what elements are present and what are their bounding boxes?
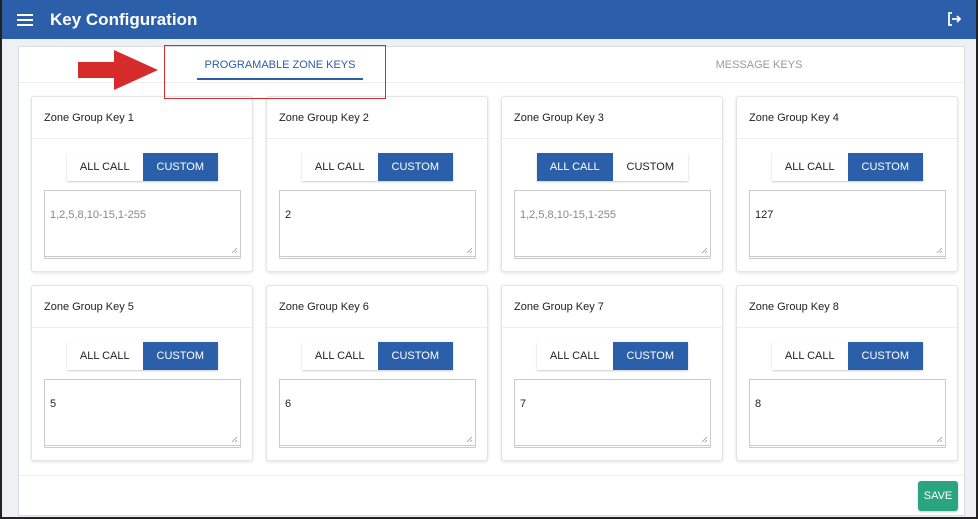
mode-toggle: ALL CALL CUSTOM bbox=[772, 153, 923, 181]
resize-grip-icon[interactable] bbox=[701, 247, 708, 254]
mode-toggle: ALL CALL CUSTOM bbox=[537, 153, 688, 181]
custom-button[interactable]: CUSTOM bbox=[142, 342, 218, 370]
zone-group-title: Zone Group Key 3 bbox=[502, 97, 722, 139]
zone-group-card: Zone Group Key 5 ALL CALL CUSTOM 5 bbox=[31, 285, 253, 461]
mode-toggle: ALL CALL CUSTOM bbox=[67, 342, 218, 370]
config-card: PROGRAMABLE ZONE KEYS MESSAGE KEYS Zone … bbox=[18, 46, 965, 516]
custom-button[interactable]: CUSTOM bbox=[377, 153, 453, 181]
mode-toggle: ALL CALL CUSTOM bbox=[67, 153, 218, 181]
zone-list-textarea[interactable]: 7 bbox=[514, 379, 711, 448]
zone-group-card: Zone Group Key 8 ALL CALL CUSTOM 8 bbox=[736, 285, 958, 461]
tab-label: MESSAGE KEYS bbox=[715, 59, 803, 71]
all-call-button[interactable]: ALL CALL bbox=[302, 342, 378, 370]
resize-grip-icon[interactable] bbox=[466, 436, 473, 443]
all-call-button[interactable]: ALL CALL bbox=[67, 153, 143, 181]
zone-list-text: 1,2,5,8,10-15,1-255 bbox=[520, 209, 617, 221]
zone-list-textarea[interactable]: 1,2,5,8,10-15,1-255 bbox=[514, 190, 711, 259]
all-call-button[interactable]: ALL CALL bbox=[772, 342, 848, 370]
custom-button[interactable]: CUSTOM bbox=[377, 342, 453, 370]
mode-toggle: ALL CALL CUSTOM bbox=[302, 342, 453, 370]
zone-list-textarea[interactable]: 6 bbox=[279, 379, 476, 448]
custom-button[interactable]: CUSTOM bbox=[847, 342, 923, 370]
annotation-highlight-box bbox=[164, 45, 386, 99]
zone-list-textarea[interactable]: 5 bbox=[44, 379, 241, 448]
zone-group-card: Zone Group Key 6 ALL CALL CUSTOM 6 bbox=[266, 285, 488, 461]
save-button[interactable]: SAVE bbox=[918, 481, 958, 511]
tab-message-keys[interactable]: MESSAGE KEYS bbox=[669, 47, 849, 83]
zone-group-title: Zone Group Key 7 bbox=[502, 286, 722, 328]
tab-bar: PROGRAMABLE ZONE KEYS MESSAGE KEYS bbox=[19, 47, 964, 83]
zone-list-textarea[interactable]: 1,2,5,8,10-15,1-255 bbox=[44, 190, 241, 259]
zone-group-card: Zone Group Key 4 ALL CALL CUSTOM 127 bbox=[736, 96, 958, 272]
resize-grip-icon[interactable] bbox=[936, 247, 943, 254]
all-call-button[interactable]: ALL CALL bbox=[772, 153, 848, 181]
all-call-button[interactable]: ALL CALL bbox=[537, 153, 613, 181]
zone-group-title: Zone Group Key 6 bbox=[267, 286, 487, 328]
zone-group-title: Zone Group Key 2 bbox=[267, 97, 487, 139]
resize-grip-icon[interactable] bbox=[936, 436, 943, 443]
zone-list-text: 127 bbox=[755, 209, 774, 221]
all-call-button[interactable]: ALL CALL bbox=[67, 342, 143, 370]
zone-group-title: Zone Group Key 8 bbox=[737, 286, 957, 328]
zone-group-title: Zone Group Key 4 bbox=[737, 97, 957, 139]
zone-group-card: Zone Group Key 7 ALL CALL CUSTOM 7 bbox=[501, 285, 723, 461]
footer-divider bbox=[19, 475, 964, 476]
zone-list-text: 6 bbox=[285, 398, 292, 410]
resize-grip-icon[interactable] bbox=[231, 247, 238, 254]
zone-list-text: 7 bbox=[520, 398, 527, 410]
app-frame: Key Configuration PROGRAMABLE ZONE KEYS … bbox=[0, 0, 978, 519]
logout-icon[interactable] bbox=[946, 11, 962, 27]
resize-grip-icon[interactable] bbox=[701, 436, 708, 443]
mode-toggle: ALL CALL CUSTOM bbox=[537, 342, 688, 370]
annotation-arrow-icon bbox=[78, 50, 158, 90]
zone-list-text: 5 bbox=[50, 398, 57, 410]
mode-toggle: ALL CALL CUSTOM bbox=[772, 342, 923, 370]
zone-group-card: Zone Group Key 3 ALL CALL CUSTOM 1,2,5,8… bbox=[501, 96, 723, 272]
zone-group-card: Zone Group Key 1 ALL CALL CUSTOM 1,2,5,8… bbox=[31, 96, 253, 272]
page-title: Key Configuration bbox=[50, 9, 198, 29]
zone-list-text: 1,2,5,8,10-15,1-255 bbox=[50, 209, 147, 221]
resize-grip-icon[interactable] bbox=[466, 247, 473, 254]
zone-list-textarea[interactable]: 2 bbox=[279, 190, 476, 259]
zone-group-title: Zone Group Key 1 bbox=[32, 97, 252, 139]
mode-toggle: ALL CALL CUSTOM bbox=[302, 153, 453, 181]
zone-list-text: 8 bbox=[755, 398, 762, 410]
all-call-button[interactable]: ALL CALL bbox=[537, 342, 613, 370]
custom-button[interactable]: CUSTOM bbox=[142, 153, 218, 181]
zone-list-text: 2 bbox=[285, 209, 292, 221]
all-call-button[interactable]: ALL CALL bbox=[302, 153, 378, 181]
zone-list-textarea[interactable]: 127 bbox=[749, 190, 946, 259]
hamburger-menu-icon[interactable] bbox=[17, 13, 33, 26]
app-bar: Key Configuration bbox=[2, 0, 976, 39]
zone-group-title: Zone Group Key 5 bbox=[32, 286, 252, 328]
resize-grip-icon[interactable] bbox=[231, 436, 238, 443]
custom-button[interactable]: CUSTOM bbox=[847, 153, 923, 181]
zone-group-card: Zone Group Key 2 ALL CALL CUSTOM 2 bbox=[266, 96, 488, 272]
custom-button[interactable]: CUSTOM bbox=[612, 342, 688, 370]
zone-list-textarea[interactable]: 8 bbox=[749, 379, 946, 448]
custom-button[interactable]: CUSTOM bbox=[612, 153, 688, 181]
